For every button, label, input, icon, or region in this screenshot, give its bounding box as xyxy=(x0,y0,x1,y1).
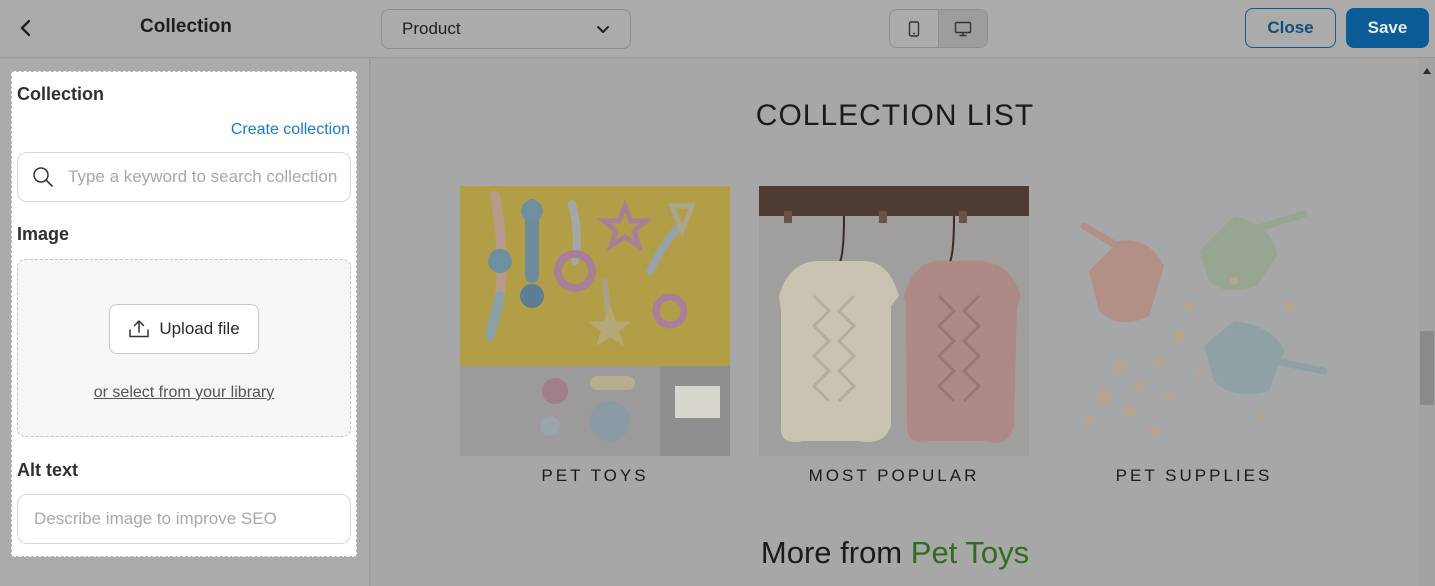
alt-text-field[interactable] xyxy=(17,494,351,544)
page-title: Collection xyxy=(140,16,232,37)
image-dropzone[interactable]: Upload file or select from your library xyxy=(17,259,351,437)
upload-icon xyxy=(129,320,150,338)
collection-card-pet-supplies[interactable]: PET SUPPLIES xyxy=(1059,186,1329,486)
collection-label-most-popular: MOST POPULAR xyxy=(808,466,980,485)
collection-card-most-popular[interactable]: MOST POPULAR xyxy=(759,186,1029,486)
most-popular-image xyxy=(759,186,1029,456)
collection-settings-panel: Collection Create collection Image Uploa… xyxy=(11,71,357,557)
collection-search-field[interactable] xyxy=(17,152,351,202)
search-icon xyxy=(18,166,68,188)
more-from-collection-name: Pet Toys xyxy=(910,535,1030,570)
desktop-view-button[interactable] xyxy=(938,10,987,47)
desktop-icon xyxy=(954,21,971,36)
scroll-up-arrow-icon[interactable] xyxy=(1422,67,1432,75)
pet-supplies-image xyxy=(1059,186,1329,456)
template-select-value: Product xyxy=(402,19,461,38)
scrollbar-thumb[interactable] xyxy=(1420,331,1434,405)
collection-card-pet-toys[interactable]: PET TOYS xyxy=(460,186,730,486)
more-from-heading: More from Pet Toys xyxy=(371,535,1419,571)
alt-text-input[interactable] xyxy=(34,509,334,529)
mobile-view-button[interactable] xyxy=(890,10,939,47)
image-heading: Image xyxy=(17,224,70,244)
collection-label-pet-toys: PET TOYS xyxy=(541,466,649,485)
chevron-left-icon xyxy=(20,19,31,37)
close-button[interactable]: Close xyxy=(1245,8,1336,48)
device-toggle xyxy=(889,9,988,48)
select-from-library-link[interactable]: or select from your library xyxy=(18,384,350,402)
preview-scrollbar[interactable] xyxy=(1419,59,1435,586)
upload-file-button[interactable]: Upload file xyxy=(109,304,259,354)
collection-list-heading: COLLECTION LIST xyxy=(755,99,1035,132)
mobile-icon xyxy=(908,20,919,37)
collection-heading: Collection xyxy=(17,84,105,104)
collection-search-input[interactable] xyxy=(68,167,348,187)
pet-toys-image xyxy=(460,186,730,456)
store-preview: COLLECTION LIST PET TOYS MOST POPULAR PE… xyxy=(371,59,1419,586)
chevron-down-icon xyxy=(597,26,609,33)
alt-text-heading: Alt text xyxy=(17,460,79,480)
create-collection-link[interactable]: Create collection xyxy=(231,121,350,139)
template-select[interactable]: Product xyxy=(381,9,631,49)
collection-label-pet-supplies: PET SUPPLIES xyxy=(1115,466,1273,485)
upload-file-label: Upload file xyxy=(159,319,240,338)
back-button[interactable] xyxy=(10,12,42,44)
save-button[interactable]: Save xyxy=(1346,8,1429,48)
top-bar: Collection Product Close Save xyxy=(0,0,1435,58)
more-from-prefix: More from xyxy=(760,535,903,570)
